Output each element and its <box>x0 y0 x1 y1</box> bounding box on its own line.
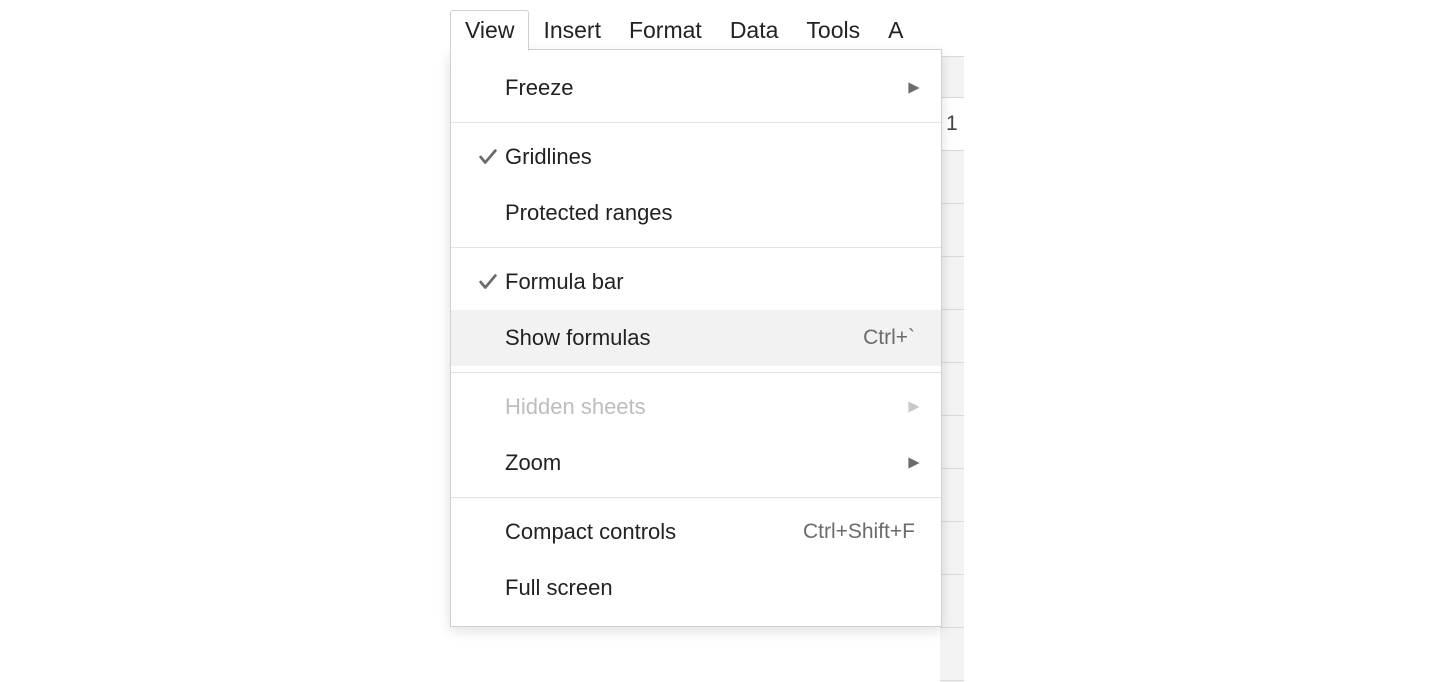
submenu-arrow-icon <box>899 81 921 95</box>
menu-view[interactable]: View <box>450 10 529 51</box>
submenu-arrow-icon <box>899 456 921 470</box>
menu-separator <box>451 372 941 373</box>
grid-cell[interactable] <box>940 257 964 310</box>
menu-data[interactable]: Data <box>716 11 793 50</box>
menu-insert[interactable]: Insert <box>529 11 615 50</box>
menu-item-label: Full screen <box>505 575 613 601</box>
submenu-arrow-icon <box>899 400 921 414</box>
app-root: 1 View Insert Format Data Tools A Freeze <box>0 0 1440 682</box>
menu-item-shortcut: Ctrl+Shift+F <box>803 520 915 544</box>
menu-label: Format <box>629 17 702 43</box>
grid-cell[interactable] <box>940 469 964 522</box>
spreadsheet-grid-fragment: 1 <box>940 56 964 682</box>
menu-item-label: Zoom <box>505 450 561 476</box>
column-header-stub <box>940 56 964 98</box>
menu-item-shortcut: Ctrl+` <box>863 326 915 350</box>
menu-item-gridlines[interactable]: Gridlines <box>451 129 941 185</box>
grid-cell[interactable]: 1 <box>940 98 964 151</box>
menu-separator <box>451 122 941 123</box>
grid-cell[interactable] <box>940 151 964 204</box>
menu-tools[interactable]: Tools <box>792 11 874 50</box>
menu-separator <box>451 247 941 248</box>
menu-item-compact-controls[interactable]: Compact controls Ctrl+Shift+F <box>451 504 941 560</box>
menu-bar: View Insert Format Data Tools A <box>450 10 917 50</box>
menu-item-label: Show formulas <box>505 325 651 351</box>
menu-item-label: Formula bar <box>505 269 624 295</box>
menu-item-full-screen[interactable]: Full screen <box>451 560 941 616</box>
check-icon <box>471 146 505 168</box>
grid-cell[interactable] <box>940 416 964 469</box>
menu-label: View <box>465 17 514 43</box>
menu-format[interactable]: Format <box>615 11 716 50</box>
menu-label: Tools <box>806 17 860 43</box>
cell-text: 1 <box>946 112 958 136</box>
grid-cell[interactable] <box>940 522 964 575</box>
menu-item-show-formulas[interactable]: Show formulas Ctrl+` <box>451 310 941 366</box>
menu-item-formula-bar[interactable]: Formula bar <box>451 254 941 310</box>
menu-item-label: Compact controls <box>505 519 676 545</box>
menu-item-freeze[interactable]: Freeze <box>451 60 941 116</box>
grid-cell[interactable] <box>940 363 964 416</box>
view-menu-dropdown: Freeze Gridlines Protected ranges Formul <box>450 49 942 627</box>
menu-label: Insert <box>543 17 601 43</box>
menu-more[interactable]: A <box>874 11 917 50</box>
check-icon <box>471 271 505 293</box>
menu-item-label: Protected ranges <box>505 200 673 226</box>
menu-label: A <box>888 17 903 43</box>
grid-cell[interactable] <box>940 628 964 681</box>
menu-item-zoom[interactable]: Zoom <box>451 435 941 491</box>
menu-separator <box>451 497 941 498</box>
menu-item-label: Hidden sheets <box>505 394 646 420</box>
grid-cell[interactable] <box>940 204 964 257</box>
menu-label: Data <box>730 17 779 43</box>
menu-item-protected-ranges[interactable]: Protected ranges <box>451 185 941 241</box>
grid-cell[interactable] <box>940 575 964 628</box>
menu-item-label: Gridlines <box>505 144 592 170</box>
grid-cell[interactable] <box>940 310 964 363</box>
menu-item-hidden-sheets: Hidden sheets <box>451 379 941 435</box>
menu-item-label: Freeze <box>505 75 573 101</box>
